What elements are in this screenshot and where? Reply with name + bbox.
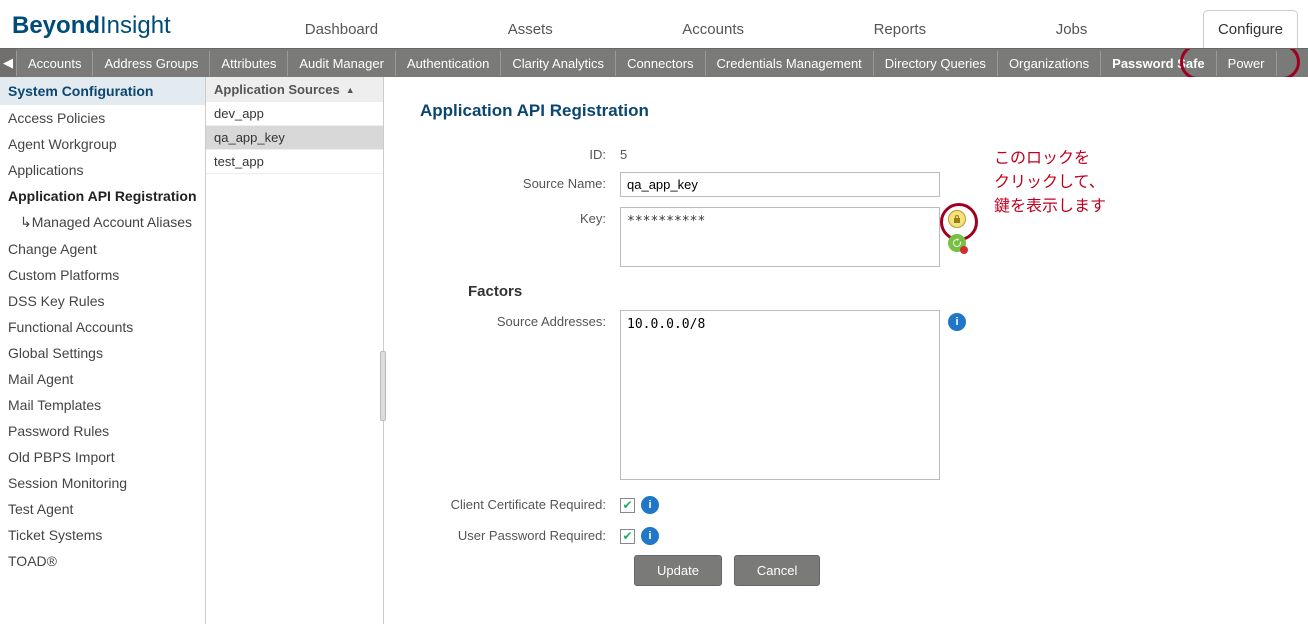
main-content: Application API Registration ID: 5 Sourc… <box>384 77 1308 624</box>
application-sources-header[interactable]: Application Sources ▲ <box>206 77 383 102</box>
annotation-text: このロックを クリックして、 鍵を表示します <box>994 147 1106 219</box>
sidebar-item-test-agent[interactable]: Test Agent <box>0 496 205 522</box>
source-addresses-label: Source Addresses: <box>420 310 620 329</box>
sidebar-item-agent-workgroup[interactable]: Agent Workgroup <box>0 131 205 157</box>
key-display: ********** <box>620 207 940 267</box>
sidebar-item-application-api-registration[interactable]: Application API Registration <box>0 183 205 209</box>
sidebar-item-global-settings[interactable]: Global Settings <box>0 340 205 366</box>
sidebar-item-access-policies[interactable]: Access Policies <box>0 105 205 131</box>
app-source-item[interactable]: qa_app_key <box>206 126 383 150</box>
sidebar-item-old-pbps-import[interactable]: Old PBPS Import <box>0 444 205 470</box>
sidebar-system-config: System Configuration Access PoliciesAgen… <box>0 77 206 624</box>
application-sources-panel: Application Sources ▲ dev_appqa_app_keyt… <box>206 77 384 624</box>
user-password-checkbox[interactable]: ✔ <box>620 529 635 544</box>
subnav-directory-queries[interactable]: Directory Queries <box>874 51 998 76</box>
info-icon[interactable]: i <box>641 496 659 514</box>
subnav-address-groups[interactable]: Address Groups <box>93 51 210 76</box>
source-name-input[interactable] <box>620 172 940 197</box>
client-cert-label: Client Certificate Required: <box>420 493 620 512</box>
user-password-label: User Password Required: <box>420 524 620 543</box>
sidebar-item-password-rules[interactable]: Password Rules <box>0 418 205 444</box>
info-icon[interactable]: i <box>641 527 659 545</box>
subnav-password-safe[interactable]: Password Safe <box>1101 51 1217 76</box>
sidebar-item-dss-key-rules[interactable]: DSS Key Rules <box>0 288 205 314</box>
sidebar-item-toad-[interactable]: TOAD® <box>0 548 205 574</box>
subnav-authentication[interactable]: Authentication <box>396 51 501 76</box>
brand-light: Insight <box>100 12 171 40</box>
brand-logo: BeyondInsight <box>12 12 171 40</box>
sidebar-heading: System Configuration <box>0 77 205 105</box>
app-source-item[interactable]: test_app <box>206 150 383 174</box>
subnav-audit-manager[interactable]: Audit Manager <box>288 51 396 76</box>
brand-bold: Beyond <box>12 12 100 40</box>
sidebar-item-mail-agent[interactable]: Mail Agent <box>0 366 205 392</box>
sidebar-item-mail-templates[interactable]: Mail Templates <box>0 392 205 418</box>
scroll-left-icon[interactable]: ◀ <box>0 49 16 78</box>
top-nav: Dashboard Assets Accounts Reports Jobs Config… <box>171 10 1308 48</box>
subnav-power[interactable]: Power <box>1217 51 1277 76</box>
subnav-connectors[interactable]: Connectors <box>616 51 705 76</box>
topnav-assets[interactable]: Assets <box>494 11 567 48</box>
topnav-jobs[interactable]: Jobs <box>1042 11 1102 48</box>
sidebar-item-session-monitoring[interactable]: Session Monitoring <box>0 470 205 496</box>
page-title: Application API Registration <box>420 101 1280 121</box>
sidebar-item-functional-accounts[interactable]: Functional Accounts <box>0 314 205 340</box>
update-button[interactable]: Update <box>634 555 722 586</box>
lock-icon[interactable] <box>948 210 966 228</box>
topnav-reports[interactable]: Reports <box>860 11 941 48</box>
subnav-accounts[interactable]: Accounts <box>16 51 93 76</box>
sidebar-item-custom-platforms[interactable]: Custom Platforms <box>0 262 205 288</box>
topnav-accounts[interactable]: Accounts <box>668 11 758 48</box>
sort-asc-icon: ▲ <box>346 85 355 95</box>
sidebar-item-applications[interactable]: Applications <box>0 157 205 183</box>
subnav-organizations[interactable]: Organizations <box>998 51 1101 76</box>
info-icon[interactable]: i <box>948 313 966 331</box>
source-name-label: Source Name: <box>420 172 620 191</box>
source-addresses-input[interactable] <box>620 310 940 480</box>
refresh-key-icon[interactable] <box>948 234 966 252</box>
subnav-clarity-analytics[interactable]: Clarity Analytics <box>501 51 616 76</box>
key-label: Key: <box>420 207 620 226</box>
topnav-dashboard[interactable]: Dashboard <box>291 11 392 48</box>
app-source-item[interactable]: dev_app <box>206 102 383 126</box>
subnav-attributes[interactable]: Attributes <box>210 51 288 76</box>
factors-heading: Factors <box>468 283 1280 300</box>
id-value: 5 <box>620 143 940 162</box>
id-label: ID: <box>420 143 620 162</box>
secondary-nav: ◀ AccountsAddress GroupsAttributesAudit … <box>0 48 1308 77</box>
sidebar-item--managed-account-aliases[interactable]: ↳Managed Account Aliases <box>0 209 205 236</box>
cancel-button[interactable]: Cancel <box>734 555 820 586</box>
application-sources-title: Application Sources <box>214 82 340 97</box>
sidebar-item-change-agent[interactable]: Change Agent <box>0 236 205 262</box>
subnav-credentials-management[interactable]: Credentials Management <box>706 51 874 76</box>
topnav-configure[interactable]: Configure <box>1203 10 1298 48</box>
sidebar-item-ticket-systems[interactable]: Ticket Systems <box>0 522 205 548</box>
client-cert-checkbox[interactable]: ✔ <box>620 498 635 513</box>
